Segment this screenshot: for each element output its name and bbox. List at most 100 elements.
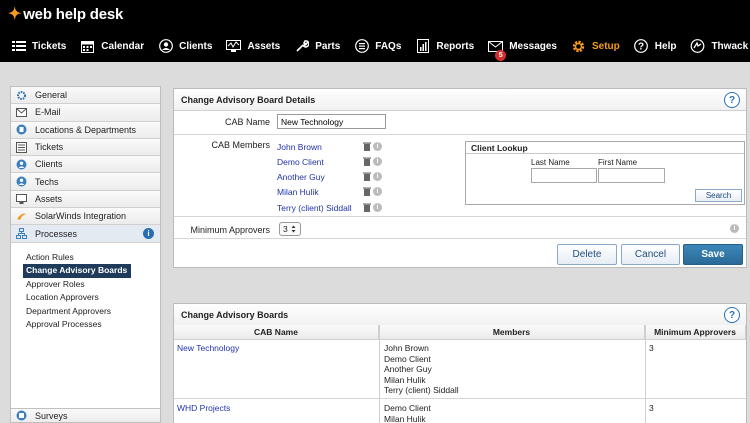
nav-calendar[interactable]: Calendar [80, 33, 144, 59]
last-name-label: Last Name [531, 158, 570, 167]
nav-thwack[interactable]: Thwack [690, 33, 748, 59]
column-divider [645, 325, 646, 423]
subnav-department-approvers[interactable]: Department Approvers [23, 305, 160, 319]
trash-icon[interactable] [363, 172, 371, 181]
setup-sidebar: General E-Mail Locations & Departments T… [10, 86, 161, 423]
min-approvers-label: Minimum Approvers [190, 225, 270, 235]
nav-reports[interactable]: Reports [415, 33, 474, 59]
sidebar-item-locations[interactable]: Locations & Departments [11, 121, 160, 139]
member-link[interactable]: John Brown [277, 142, 322, 152]
sidebar-item-label: Techs [35, 176, 59, 187]
member-actions: i [363, 203, 382, 212]
tickets-icon [16, 141, 27, 153]
logo-mark-icon: ✦ [8, 6, 22, 23]
member-link[interactable]: Milan Hulik [277, 187, 319, 197]
info-icon[interactable]: i [143, 228, 154, 240]
nav-help[interactable]: ? Help [634, 33, 676, 59]
thwack-icon [690, 39, 705, 54]
info-icon[interactable]: i [373, 172, 382, 181]
logo[interactable]: ✦ web help desk [8, 4, 123, 24]
column-header-min-approvers[interactable]: Minimum Approvers [645, 325, 746, 340]
sidebar-item-processes[interactable]: Processes i [11, 225, 160, 243]
info-icon[interactable]: i [373, 157, 382, 166]
info-icon[interactable]: i [730, 224, 739, 233]
members-cell: Demo Client Milan Hulik [384, 403, 431, 423]
sidebar-item-surveys[interactable]: Surveys [11, 408, 160, 422]
member-actions: i [363, 142, 382, 151]
subnav-change-advisory-boards[interactable]: Change Advisory Boards [23, 264, 132, 278]
trash-icon[interactable] [363, 203, 371, 212]
help-icon[interactable]: ? [724, 307, 740, 323]
help-icon[interactable]: ? [724, 92, 740, 108]
member-link[interactable]: Another Guy [277, 172, 325, 182]
cab-members-label: CAB Members [211, 140, 270, 150]
nav-faqs-label: FAQs [375, 40, 402, 52]
column-header-cab-name[interactable]: CAB Name [174, 325, 379, 340]
member-name: Demo Client [384, 403, 431, 413]
subnav-action-rules[interactable]: Action Rules [23, 251, 160, 265]
client-lookup-box: Client Lookup Last Name First Name Searc… [465, 141, 745, 205]
cab-name-link[interactable]: New Technology [177, 343, 239, 354]
client-lookup-title: Client Lookup [466, 142, 744, 154]
reports-icon [415, 39, 430, 54]
trash-icon[interactable] [363, 157, 371, 166]
sidebar-item-clients[interactable]: Clients [11, 156, 160, 174]
member-link[interactable]: Terry (client) Siddall [277, 203, 352, 213]
divider [174, 134, 746, 135]
nav-tickets[interactable]: Tickets [11, 33, 66, 59]
sidebar-item-label: General [35, 90, 68, 101]
subnav-approver-roles[interactable]: Approver Roles [23, 278, 160, 292]
info-icon[interactable]: i [373, 187, 382, 196]
info-icon[interactable]: i [373, 203, 382, 212]
search-button[interactable]: Search [695, 189, 742, 202]
panel-title: Change Advisory Boards [174, 304, 746, 326]
member-name: Milan Hulik [384, 374, 426, 385]
cancel-button[interactable]: Cancel [621, 244, 680, 265]
sidebar-item-tickets[interactable]: Tickets [11, 138, 160, 157]
last-name-input[interactable] [531, 168, 597, 183]
nav-clients-label: Clients [179, 40, 213, 52]
column-header-members[interactable]: Members [379, 325, 645, 340]
member-name: Another Guy [384, 364, 432, 374]
nav-parts-label: Parts [315, 40, 341, 52]
sidebar-item-email[interactable]: E-Mail [11, 104, 160, 122]
cab-name-link[interactable]: WHD Projects [177, 403, 230, 414]
sidebar-item-techs[interactable]: Techs [11, 173, 160, 191]
subnav-approval-processes[interactable]: Approval Processes [23, 318, 160, 332]
subnav-location-approvers[interactable]: Location Approvers [23, 291, 160, 305]
sidebar-item-assets[interactable]: Assets [11, 190, 160, 209]
info-icon[interactable]: i [373, 142, 382, 151]
min-approvers-select[interactable]: 3 [279, 222, 301, 236]
clients-icon [158, 39, 173, 54]
techs-icon [16, 176, 27, 187]
nav-tickets-label: Tickets [32, 40, 67, 52]
messages-badge: 5 [495, 50, 507, 61]
cab-name-input[interactable] [277, 114, 386, 129]
sidebar-item-solarwinds[interactable]: SolarWinds Integration [11, 208, 160, 226]
nav-assets[interactable]: Assets [226, 33, 280, 59]
nav-faqs[interactable]: FAQs [354, 33, 401, 59]
help-icon: ? [634, 39, 649, 54]
top-bar: ✦ web help desk Tickets Calendar Clients… [0, 0, 750, 62]
sidebar-item-label: Locations & Departments [35, 124, 137, 135]
solarwinds-icon [16, 211, 27, 222]
trash-icon[interactable] [363, 187, 371, 196]
member-name: Demo Client [384, 353, 431, 364]
member-link[interactable]: Demo Client [277, 157, 324, 167]
nav-parts[interactable]: Parts [294, 33, 340, 59]
gear-icon [571, 39, 586, 54]
nav-messages-label: Messages [509, 40, 557, 52]
first-name-input[interactable] [598, 168, 665, 183]
nav-clients[interactable]: Clients [158, 33, 212, 59]
trash-icon[interactable] [363, 142, 371, 151]
sidebar-item-general[interactable]: General [11, 87, 160, 105]
assets-icon [226, 39, 242, 54]
delete-button[interactable]: Delete [557, 244, 617, 265]
save-button[interactable]: Save [683, 244, 743, 265]
nav-messages[interactable]: 5 Messages [488, 33, 557, 61]
stepper-arrows-icon [291, 225, 296, 233]
wrench-icon [294, 39, 309, 54]
nav-setup[interactable]: Setup [571, 33, 620, 59]
svg-text:?: ? [638, 42, 644, 53]
sidebar-item-label: Tickets [35, 142, 64, 153]
